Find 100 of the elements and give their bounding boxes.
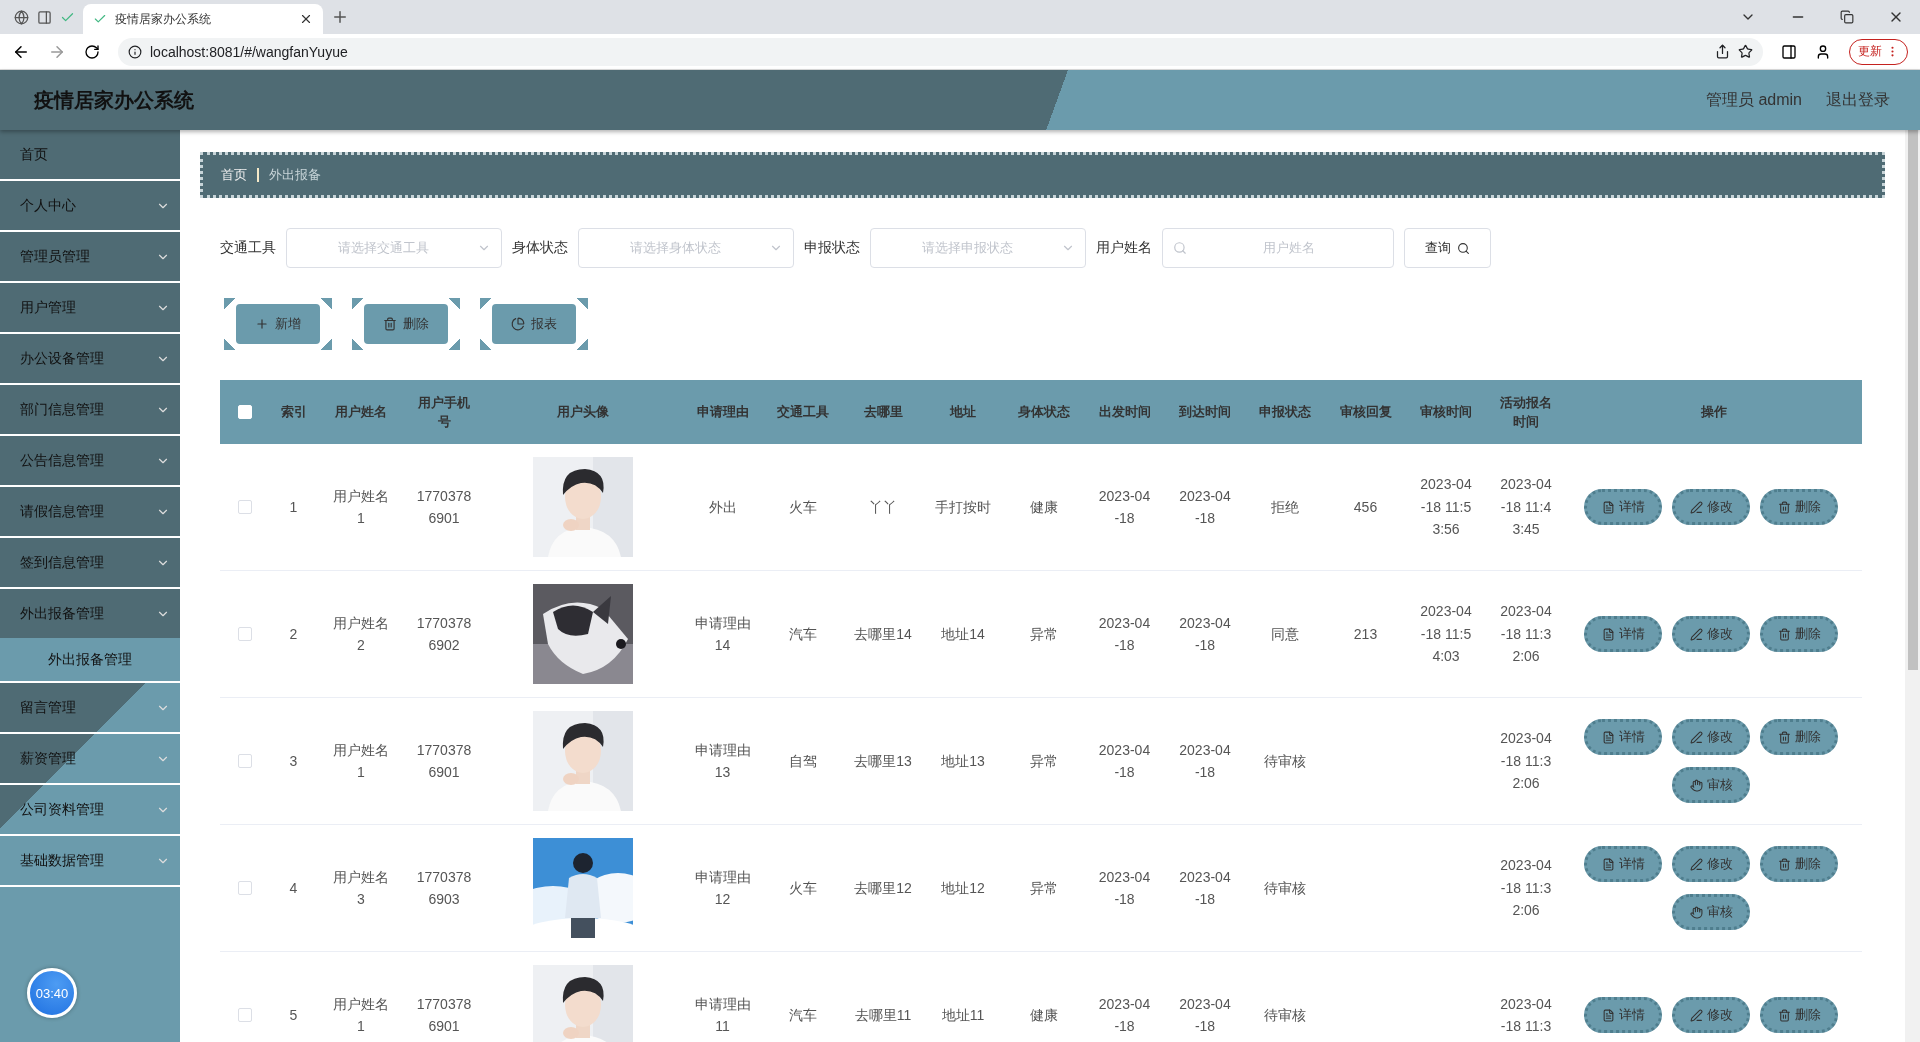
row-checkbox[interactable] [237,754,252,768]
delete-button[interactable]: 删除 [1760,719,1838,755]
delete-button[interactable]: 删除 [364,304,448,344]
detail-button[interactable]: 详情 [1584,846,1662,882]
edit-button[interactable]: 修改 [1672,616,1750,652]
edit-button[interactable]: 修改 [1672,846,1750,882]
delete-icon [1777,1008,1791,1022]
select-all-checkbox[interactable] [237,405,252,419]
share-icon[interactable] [1715,44,1730,59]
row-checkbox[interactable] [237,627,252,641]
menu-item[interactable]: 首页 [0,130,180,181]
menu-item[interactable]: 管理员管理 [0,232,180,281]
breadcrumb-item[interactable]: 首页 [221,166,247,184]
delete-button[interactable]: 删除 [1760,997,1838,1033]
table-cell-text: 去哪里13 [854,751,912,771]
review-button[interactable]: 审核 [1672,894,1750,930]
profile-icon[interactable] [1815,43,1831,60]
table-cell-text: 2023-04-18 [1178,740,1232,782]
app-title: 疫情居家办公系统 [34,87,194,113]
table-cell-text: 用户姓名3 [332,867,390,909]
menu-item[interactable]: 公司资料管理 [0,785,180,834]
table-cell-text: 待审核 [1264,1005,1306,1025]
edit-icon [1689,627,1703,641]
table-cell-text: 2 [289,624,298,644]
edit-button[interactable]: 修改 [1672,489,1750,525]
edit-button[interactable]: 修改 [1672,719,1750,755]
menu-item[interactable]: 外出报备管理 [0,589,180,638]
add-button[interactable]: 新增 [236,304,320,344]
menu-item[interactable]: 薪资管理 [0,734,180,783]
report-button[interactable]: 报表 [492,304,576,344]
table-cell-text: 汽车 [789,1005,817,1025]
edit-button[interactable]: 修改 [1672,997,1750,1033]
table-cell-text: 地址12 [941,878,985,898]
review-icon [1689,778,1703,792]
table-cell-text: 自驾 [789,751,817,771]
table-cell-text: 17703786901 [415,994,473,1036]
side-panel-icon[interactable] [1781,43,1797,60]
reload-icon[interactable] [84,43,100,60]
menu-item[interactable]: 办公设备管理 [0,334,180,383]
table-cell-text: 4 [289,878,298,898]
table-cell-text: 地址14 [941,624,985,644]
row-checkbox[interactable] [237,1008,252,1022]
submenu-item[interactable]: 外出报备管理 [0,638,180,681]
table-cell-text: 地址11 [941,1005,985,1025]
menu-item[interactable]: 请假信息管理 [0,487,180,536]
delete-button[interactable]: 删除 [1760,489,1838,525]
globe-icon[interactable] [14,9,29,25]
delete-icon [1777,627,1791,641]
table-cell-text: 去哪里12 [854,878,912,898]
menu-item[interactable]: 签到信息管理 [0,538,180,587]
delete-button[interactable]: 删除 [1760,616,1838,652]
delete-button[interactable]: 删除 [1760,846,1838,882]
menu-item[interactable]: 部门信息管理 [0,385,180,434]
menu-item[interactable]: 用户管理 [0,283,180,332]
restore-icon[interactable] [1840,10,1854,24]
detail-button[interactable]: 详情 [1584,719,1662,755]
row-checkbox[interactable] [237,881,252,895]
logout-link[interactable]: 退出登录 [1826,89,1890,111]
menu-item[interactable]: 公告信息管理 [0,436,180,485]
table-cell-text: 申请理由11 [693,994,752,1036]
table-cell-text: 火车 [789,497,817,517]
star-icon[interactable] [1738,44,1753,59]
column-header: 到达时间 [1179,403,1231,422]
table-cell-text: 2023-04-18 [1178,994,1232,1036]
detail-icon [1601,1008,1615,1022]
detail-icon [1601,857,1615,871]
table-cell-text: 1 [289,497,298,517]
query-button[interactable]: 查询 [1404,228,1491,268]
update-button[interactable]: 更新 [1849,38,1908,65]
address-bar[interactable]: localhost:8081/#/wangfanYuyue [118,37,1763,66]
close-icon[interactable] [299,12,313,26]
row-checkbox[interactable] [237,500,252,514]
table-cell-text: 17703786901 [415,486,473,528]
user-label: 管理员 admin [1705,89,1802,110]
filter-label: 申报状态 [804,239,860,257]
delete-icon [1777,730,1791,744]
review-button[interactable]: 审核 [1672,767,1750,803]
column-header: 操作 [1701,403,1727,422]
browser-tab[interactable]: 疫情居家办公系统 [83,4,323,34]
detail-button[interactable]: 详情 [1584,997,1662,1033]
table-cell-text: 待审核 [1264,751,1306,771]
table-cell-text: 2023-04-18 11:43:45 [1499,475,1553,540]
new-tab-icon[interactable] [331,8,349,26]
column-header: 索引 [280,403,307,422]
detail-icon [1601,500,1615,514]
column-header: 交通工具 [777,403,829,422]
breadcrumb-item[interactable]: 外出报备 [269,166,321,184]
detail-button[interactable]: 详情 [1584,616,1662,652]
table-cell-text: 2023-04-18 [1098,613,1151,655]
table-cell-text: 待审核 [1264,878,1306,898]
delete-icon [1777,500,1791,514]
detail-button[interactable]: 详情 [1584,489,1662,525]
menu-item[interactable]: 个人中心 [0,181,180,230]
detail-icon [1601,627,1615,641]
table-cell-text: 2023-04-18 [1098,994,1151,1036]
menu-item[interactable]: 留言管理 [0,683,180,732]
table-cell-text: 异常 [1029,624,1058,644]
timer-badge[interactable]: 03:40 [27,968,77,1018]
scrollbar[interactable] [1905,130,1920,1042]
menu-item[interactable]: 基础数据管理 [0,836,180,885]
